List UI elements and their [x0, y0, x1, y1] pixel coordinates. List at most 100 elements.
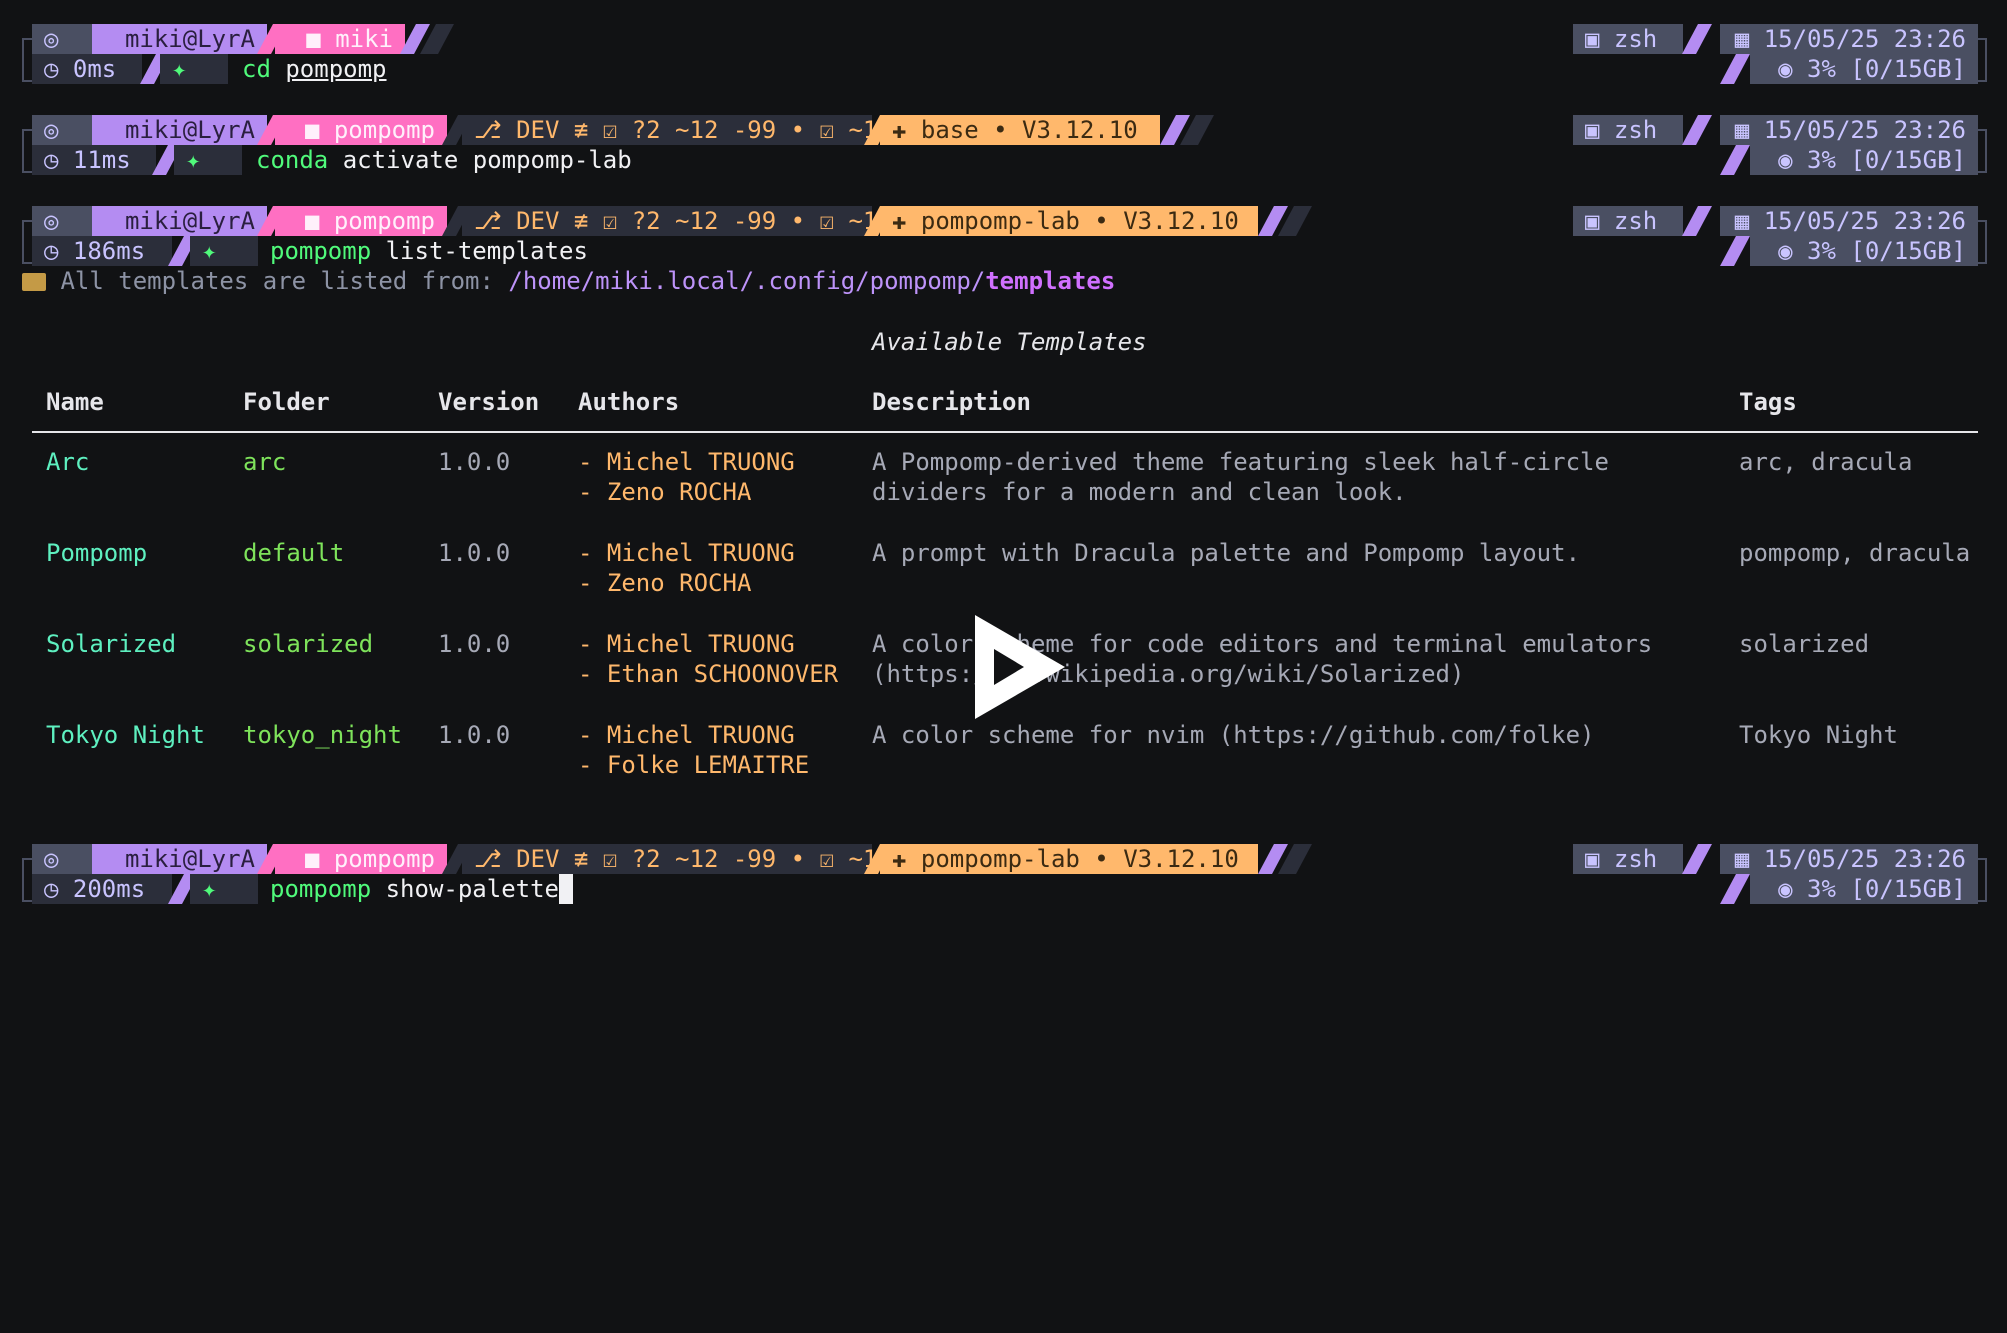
cell-author: - Folke LEMAITRE	[578, 751, 810, 779]
prompt-memory: ◉ 3% [0/15GB]	[1750, 145, 1978, 175]
memory-icon: ◉	[1778, 237, 1793, 265]
terminal-icon: ▣	[1585, 25, 1600, 53]
folder-icon	[22, 273, 46, 291]
folder-icon: ■	[306, 25, 321, 53]
header-divider	[32, 431, 1978, 433]
cell-description: A prompt with Dracula palette and Pompom…	[872, 539, 1581, 567]
cell-name: Solarized	[46, 630, 177, 658]
prompt-datetime: ▦ 15/05/25 23:26	[1720, 844, 1978, 874]
cell-tags: pompomp, dracula	[1739, 539, 1971, 567]
cell-folder: solarized	[243, 630, 374, 658]
terminal-icon: ▣	[1585, 207, 1600, 235]
prompt-user: miki@LyrA	[92, 206, 267, 236]
prompt-user: miki@LyrA	[92, 115, 267, 145]
header-description: Description	[872, 388, 1031, 416]
prompt-os-icon: ◎	[32, 206, 92, 236]
memory-icon: ◉	[1778, 875, 1793, 903]
prompt-duration: ◷ 11ms	[32, 145, 156, 175]
timer-icon: ◷	[44, 237, 59, 265]
prompt-duration: ◷ 200ms	[32, 874, 172, 904]
cell-author: - Michel TRUONG	[578, 448, 795, 476]
cell-version: 1.0.0	[438, 448, 511, 476]
cell-description: (https://en.wikipedia.org/wiki/Solarized…	[872, 660, 1465, 688]
cell-version: 1.0.0	[438, 721, 511, 749]
prompt-memory: ◉ 3% [0/15GB]	[1750, 236, 1978, 266]
cell-version: 1.0.0	[438, 630, 511, 658]
table-title: Available Templates	[872, 328, 1147, 356]
text-cursor	[559, 874, 573, 904]
header-authors: Authors	[578, 388, 680, 416]
calendar-icon: ▦	[1734, 116, 1750, 144]
prompt-arrow-icon: ✦	[174, 145, 242, 175]
calendar-icon: ▦	[1734, 207, 1750, 235]
prompt-datetime: ▦ 15/05/25 23:26	[1720, 115, 1978, 145]
header-folder: Folder	[243, 388, 330, 416]
listing-path-bold: templates	[985, 267, 1116, 295]
cell-description: dividers for a modern and clean look.	[872, 478, 1407, 506]
prompt-memory: ◉ 3% [0/15GB]	[1750, 54, 1978, 84]
calendar-icon: ▦	[1734, 845, 1750, 873]
prompt-git-status: ⎇ DEV ≢ ☑ ?2 ~12 -99 • ☑ ~1	[462, 115, 877, 145]
cell-author: - Ethan SCHOONOVER	[578, 660, 839, 688]
folder-icon: ■	[304, 207, 320, 235]
cell-name: Tokyo Night	[46, 721, 205, 749]
cell-description: A color scheme for nvim (https://github.…	[872, 721, 1595, 749]
prompt-shell: ▣ zsh	[1573, 115, 1683, 145]
play-icon-inner	[994, 649, 1024, 685]
cell-folder: arc	[243, 448, 287, 476]
prompt-dir: ■ pompomp	[275, 844, 447, 874]
prompt-datetime: ▦ 15/05/25 23:26	[1720, 206, 1978, 236]
prompt-dir: ■ pompomp	[275, 115, 447, 145]
cell-author: - Michel TRUONG	[578, 539, 795, 567]
cell-tags: arc, dracula	[1739, 448, 1913, 476]
cell-author: - Zeno ROCHA	[578, 478, 752, 506]
command-line[interactable]: conda activate pompomp-lab	[256, 145, 632, 175]
command-line[interactable]: pompomp list-templates	[270, 236, 588, 266]
cell-author: - Michel TRUONG	[578, 721, 795, 749]
memory-icon: ◉	[1778, 55, 1793, 83]
prompt-dir: ■ miki	[275, 24, 405, 54]
cell-name: Arc	[46, 448, 90, 476]
timer-icon: ◷	[44, 875, 59, 903]
prompt-python-env: ✚ pompomp-lab • V3.12.10	[880, 206, 1258, 236]
folder-icon: ■	[304, 845, 320, 873]
cell-folder: tokyo_night	[243, 721, 402, 749]
command-line[interactable]: pompomp show-palette	[270, 874, 573, 904]
prompt-os-icon: ◎	[32, 24, 92, 54]
header-version: Version	[438, 388, 540, 416]
cell-tags: Tokyo Night	[1739, 721, 1898, 749]
listing-line: All templates are listed from: /home/mik…	[22, 266, 1115, 296]
terminal-window[interactable]: ◎ miki@LyrA ■ miki ▣ zsh ▦ 15/05/25 23:2…	[0, 0, 2007, 1333]
listing-path: /home/miki.local/.config/pompomp/	[508, 267, 986, 295]
calendar-icon: ▦	[1734, 25, 1750, 53]
prompt-memory: ◉ 3% [0/15GB]	[1750, 874, 1978, 904]
prompt-os-icon: ◎	[32, 115, 92, 145]
prompt-shell: ▣ zsh	[1573, 844, 1683, 874]
prompt-arrow-icon: ✦	[160, 54, 228, 84]
header-tags: Tags	[1739, 388, 1797, 416]
prompt-python-env: ✚ pompomp-lab • V3.12.10	[880, 844, 1258, 874]
terminal-icon: ▣	[1585, 116, 1600, 144]
prompt-git-status: ⎇ DEV ≢ ☑ ?2 ~12 -99 • ☑ ~1	[462, 206, 877, 236]
memory-icon: ◉	[1778, 146, 1793, 174]
prompt-user: miki@LyrA	[92, 844, 267, 874]
prompt-git-status: ⎇ DEV ≢ ☑ ?2 ~12 -99 • ☑ ~1	[462, 844, 877, 874]
prompt-shell: ▣ zsh	[1573, 206, 1683, 236]
command-line[interactable]: cd pompomp	[242, 54, 387, 84]
prompt-dir: ■ pompomp	[275, 206, 447, 236]
prompt-duration: ◷ 0ms	[32, 54, 142, 84]
listing-prefix: All templates are listed from:	[60, 267, 494, 295]
prompt-shell: ▣ zsh	[1573, 24, 1683, 54]
timer-icon: ◷	[44, 55, 59, 83]
prompt-datetime: ▦ 15/05/25 23:26	[1720, 24, 1978, 54]
cell-tags: solarized	[1739, 630, 1870, 658]
cell-version: 1.0.0	[438, 539, 511, 567]
cell-folder: default	[243, 539, 345, 567]
prompt-arrow-icon: ✦	[190, 236, 258, 266]
folder-icon: ■	[304, 116, 320, 144]
cell-description: A Pompomp-derived theme featuring sleek …	[872, 448, 1609, 476]
prompt-arrow-icon: ✦	[190, 874, 258, 904]
prompt-python-env: ✚ base • V3.12.10	[880, 115, 1160, 145]
cell-author: - Zeno ROCHA	[578, 569, 752, 597]
cell-author: - Michel TRUONG	[578, 630, 795, 658]
